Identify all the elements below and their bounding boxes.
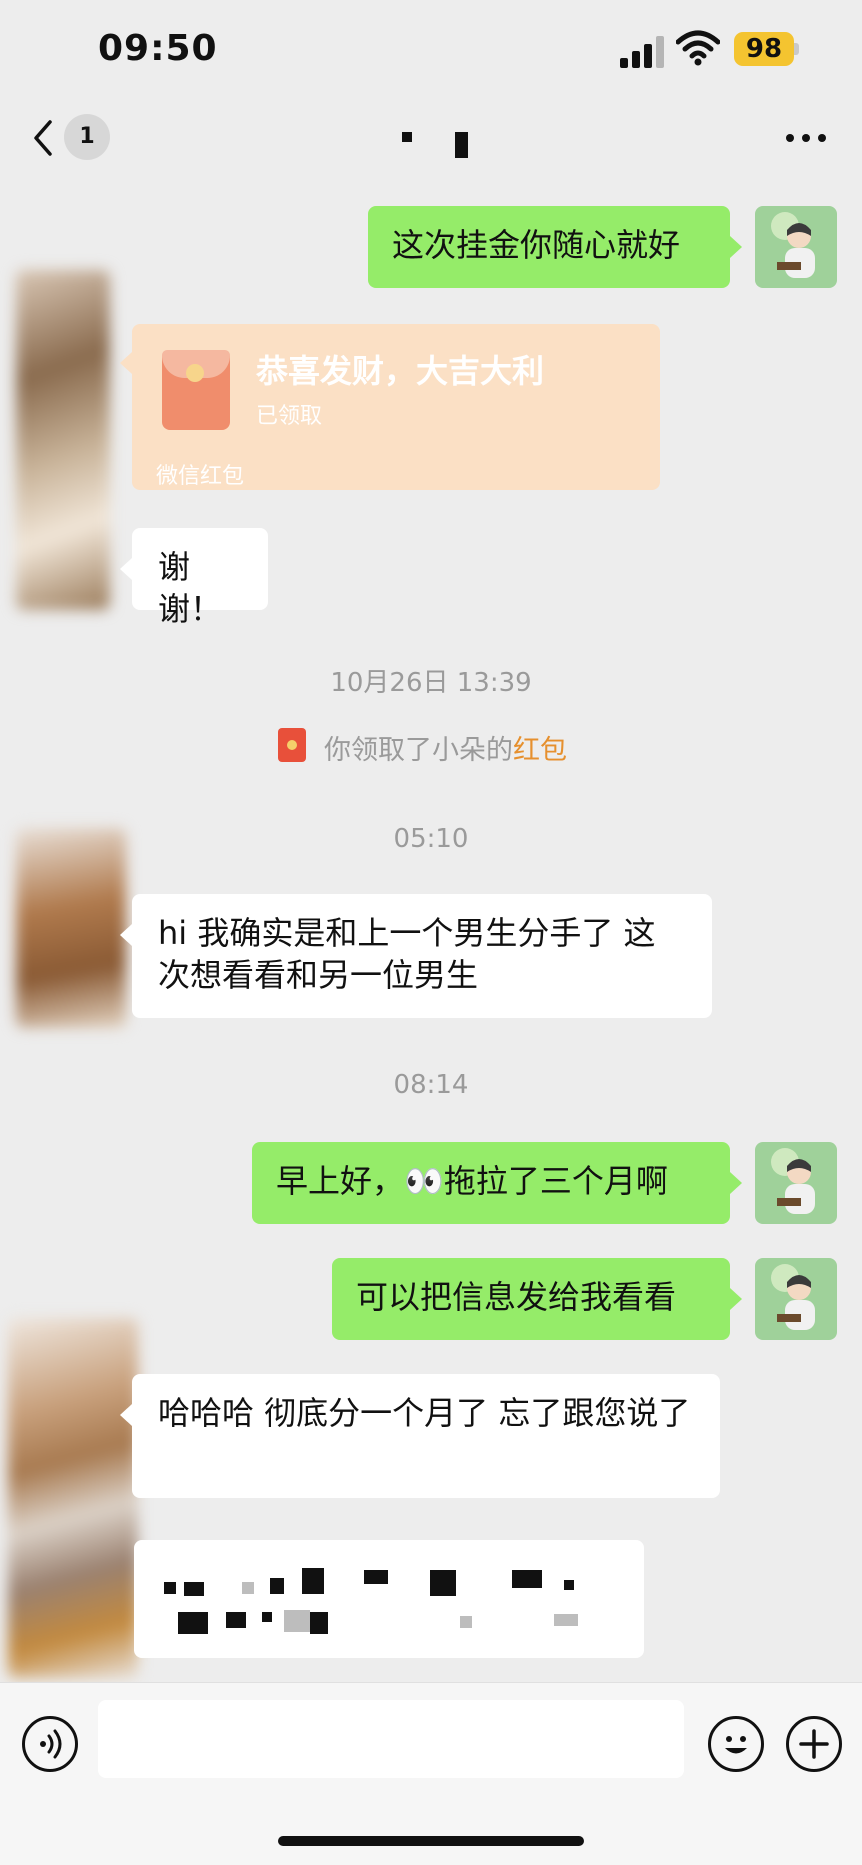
contact-avatar-blurred[interactable] — [8, 1318, 138, 1678]
self-avatar[interactable] — [755, 1258, 837, 1340]
message-bubble-self[interactable]: 早上好，👀拖拉了三个月啊 — [252, 1142, 730, 1224]
bubble-tail — [730, 1288, 742, 1310]
message-bubble-self[interactable]: 这次挂金你随心就好 — [368, 206, 730, 288]
home-indicator[interactable] — [278, 1836, 584, 1846]
chat-title-redacted — [402, 132, 412, 142]
bubble-tail — [730, 1172, 742, 1194]
timestamp: 08:14 — [393, 1070, 469, 1100]
message-bubble-contact[interactable]: 哈哈哈 彻底分一个月了 忘了跟您说了 — [132, 1374, 720, 1498]
cellular-signal-icon — [620, 36, 664, 68]
message-bubble-contact[interactable]: hi 我确实是和上一个男生分手了 这次想看看和另一位男生 — [132, 894, 712, 1018]
contact-avatar-blurred[interactable] — [16, 828, 126, 1028]
bubble-tail — [120, 1404, 132, 1426]
system-message-text: 你领取了小朵的 — [324, 735, 513, 766]
contact-avatar-blurred[interactable] — [16, 270, 110, 610]
self-avatar[interactable] — [755, 206, 837, 288]
bubble-tail — [120, 924, 132, 946]
chat-title-redacted-2 — [455, 132, 468, 158]
self-avatar[interactable] — [755, 1142, 837, 1224]
red-envelope-coin — [186, 364, 204, 382]
message-bubble-contact[interactable]: 谢谢！ — [132, 528, 268, 628]
plus-icon[interactable] — [786, 1716, 842, 1772]
emoji-icon[interactable] — [708, 1716, 764, 1772]
red-envelope-icon — [278, 728, 306, 762]
timestamp: 10月26日 13:39 — [330, 668, 532, 698]
unread-count-badge[interactable]: 1 — [64, 114, 110, 160]
battery-tip — [794, 43, 799, 55]
message-input[interactable] — [98, 1700, 684, 1778]
status-time: 09:50 — [98, 28, 218, 69]
message-bubble-self[interactable]: 可以把信息发给我看看 — [332, 1258, 730, 1340]
back-chevron-icon[interactable] — [28, 118, 58, 158]
red-packet-footer: 微信红包 — [156, 464, 245, 489]
timestamp: 05:10 — [393, 824, 469, 854]
red-packet-link[interactable]: 红包 — [513, 735, 567, 766]
message-bubble-redacted[interactable] — [134, 1540, 644, 1658]
more-options-icon[interactable] — [786, 134, 826, 144]
system-message: 你领取了小朵的红包 — [324, 728, 567, 767]
bubble-tail — [120, 558, 132, 580]
chat-header — [0, 100, 862, 184]
red-packet-status: 已领取 — [256, 404, 323, 429]
red-packet-title: 恭喜发财，大吉大利 — [256, 352, 545, 390]
bubble-tail — [120, 352, 132, 374]
battery-indicator: 98 — [734, 32, 794, 66]
bubble-tail — [730, 236, 742, 258]
voice-input-icon[interactable] — [22, 1716, 78, 1772]
wifi-icon — [675, 30, 721, 66]
